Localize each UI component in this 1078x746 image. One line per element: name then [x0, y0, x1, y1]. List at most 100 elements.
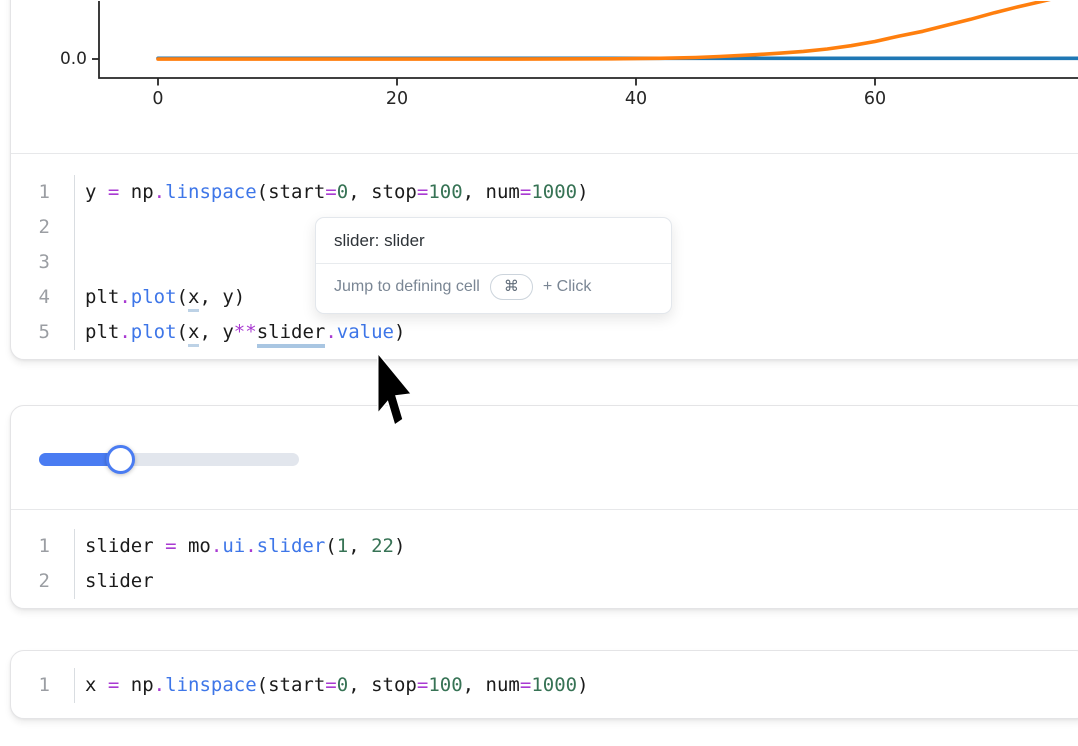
- hovered-variable-reference[interactable]: slider: [257, 321, 326, 348]
- code-token: y: [222, 286, 233, 308]
- code-token: ,: [348, 674, 371, 696]
- code-token: plt: [85, 321, 119, 343]
- code-token: .: [154, 674, 165, 696]
- slider-cell-output: [11, 406, 1078, 509]
- code-token: ): [577, 674, 588, 696]
- code-token: ,: [348, 181, 371, 203]
- y-tick-label: 0.0: [60, 49, 87, 69]
- cmd-key-icon: ⌘: [490, 274, 533, 300]
- code-token: linspace: [165, 181, 257, 203]
- x-tick-label: 0: [152, 89, 163, 109]
- code-token: ,: [463, 181, 486, 203]
- code-token: ): [394, 321, 405, 343]
- code-token[interactable]: x: [188, 321, 199, 347]
- code-token: 0: [337, 181, 348, 203]
- code-token: ui: [222, 535, 245, 557]
- code-token: x: [85, 674, 108, 696]
- code-editor-slider[interactable]: 12slider = mo.ui.slider(1, 22)slider: [11, 510, 1078, 609]
- line-number: 1: [11, 668, 50, 703]
- code-token: start: [268, 674, 325, 696]
- mouse-cursor-icon: [374, 351, 420, 435]
- x-tick-label: 40: [625, 89, 647, 109]
- code-lines[interactable]: slider = mo.ui.slider(1, 22)slider: [75, 529, 405, 599]
- code-token: =: [417, 181, 428, 203]
- code-token: 22: [371, 535, 394, 557]
- code-token: mo: [177, 535, 211, 557]
- code-token: y: [85, 181, 108, 203]
- notebook-cell-x: 1x = np.linspace(start=0, stop=100, num=…: [10, 650, 1078, 719]
- code-token: start: [268, 181, 325, 203]
- series-line-orange: [158, 1, 1066, 59]
- line-number: 1: [11, 529, 50, 564]
- code-token: plot: [131, 286, 177, 308]
- line-number: 4: [11, 280, 50, 315]
- line-number-gutter: 12: [11, 529, 75, 599]
- code-line[interactable]: x = np.linspace(start=0, stop=100, num=1…: [85, 668, 589, 703]
- line-number: 1: [11, 175, 50, 210]
- x-tick-label: 20: [386, 89, 408, 109]
- code-token: .: [119, 321, 130, 343]
- code-token: =: [325, 181, 336, 203]
- axis-spines: [99, 1, 1078, 78]
- slider-widget[interactable]: [39, 445, 299, 475]
- notebook-cell-slider: 12slider = mo.ui.slider(1, 22)slider: [10, 405, 1078, 609]
- code-token: y: [222, 321, 233, 343]
- code-token: ,: [463, 674, 486, 696]
- tooltip-action-label: Jump to defining cell: [334, 278, 480, 296]
- code-token: np: [119, 674, 153, 696]
- line-number-gutter: 1: [11, 668, 75, 703]
- plot-cell-output: 0.0 0 20 40 60: [11, 0, 1078, 153]
- code-token: **: [234, 321, 257, 343]
- x-tick-label: 60: [864, 89, 886, 109]
- code-line[interactable]: slider: [85, 564, 405, 599]
- code-token: .: [154, 181, 165, 203]
- variable-tooltip: slider: slider Jump to defining cell ⌘ +…: [315, 217, 672, 314]
- code-token: ,: [348, 535, 371, 557]
- code-token: ,: [199, 321, 222, 343]
- code-token: plt: [85, 286, 119, 308]
- code-token: =: [108, 181, 119, 203]
- code-token: 0: [337, 674, 348, 696]
- tooltip-title: slider: slider: [316, 218, 671, 263]
- code-line[interactable]: plt.plot(x, y**slider.value): [85, 315, 589, 350]
- code-token: =: [108, 674, 119, 696]
- code-token: =: [520, 674, 531, 696]
- line-number: 3: [11, 245, 50, 280]
- code-token[interactable]: x: [188, 286, 199, 312]
- code-token: 1000: [531, 674, 577, 696]
- matplotlib-chart: 0.0 0 20 40 60: [11, 1, 1078, 151]
- code-token: value: [337, 321, 394, 343]
- code-token: stop: [371, 674, 417, 696]
- code-token: ,: [199, 286, 222, 308]
- code-token: =: [165, 535, 176, 557]
- code-token: .: [325, 321, 336, 343]
- code-token: 1000: [531, 181, 577, 203]
- code-line[interactable]: y = np.linspace(start=0, stop=100, num=1…: [85, 175, 589, 210]
- line-number: 2: [11, 210, 50, 245]
- code-line[interactable]: slider = mo.ui.slider(1, 22): [85, 529, 405, 564]
- code-token: np: [119, 181, 153, 203]
- code-token: =: [417, 674, 428, 696]
- slider-thumb[interactable]: [106, 445, 135, 474]
- code-token: slider: [257, 535, 326, 557]
- code-token: .: [245, 535, 256, 557]
- code-token: num: [486, 674, 520, 696]
- code-token: ): [394, 535, 405, 557]
- code-token: plot: [131, 321, 177, 343]
- line-number: 2: [11, 564, 50, 599]
- code-token: (: [325, 535, 336, 557]
- code-token: (: [177, 286, 188, 308]
- code-token: slider: [85, 570, 154, 592]
- code-token: num: [486, 181, 520, 203]
- code-token: stop: [371, 181, 417, 203]
- code-token: (: [177, 321, 188, 343]
- code-editor-x[interactable]: 1x = np.linspace(start=0, stop=100, num=…: [11, 651, 1078, 719]
- tooltip-shortcut-suffix: + Click: [543, 278, 591, 296]
- code-lines[interactable]: x = np.linspace(start=0, stop=100, num=1…: [75, 668, 589, 703]
- code-token: (: [257, 674, 268, 696]
- code-token: ): [577, 181, 588, 203]
- code-token: slider: [85, 535, 165, 557]
- code-token: 1: [337, 535, 348, 557]
- code-token: 100: [428, 674, 462, 696]
- code-token: linspace: [165, 674, 257, 696]
